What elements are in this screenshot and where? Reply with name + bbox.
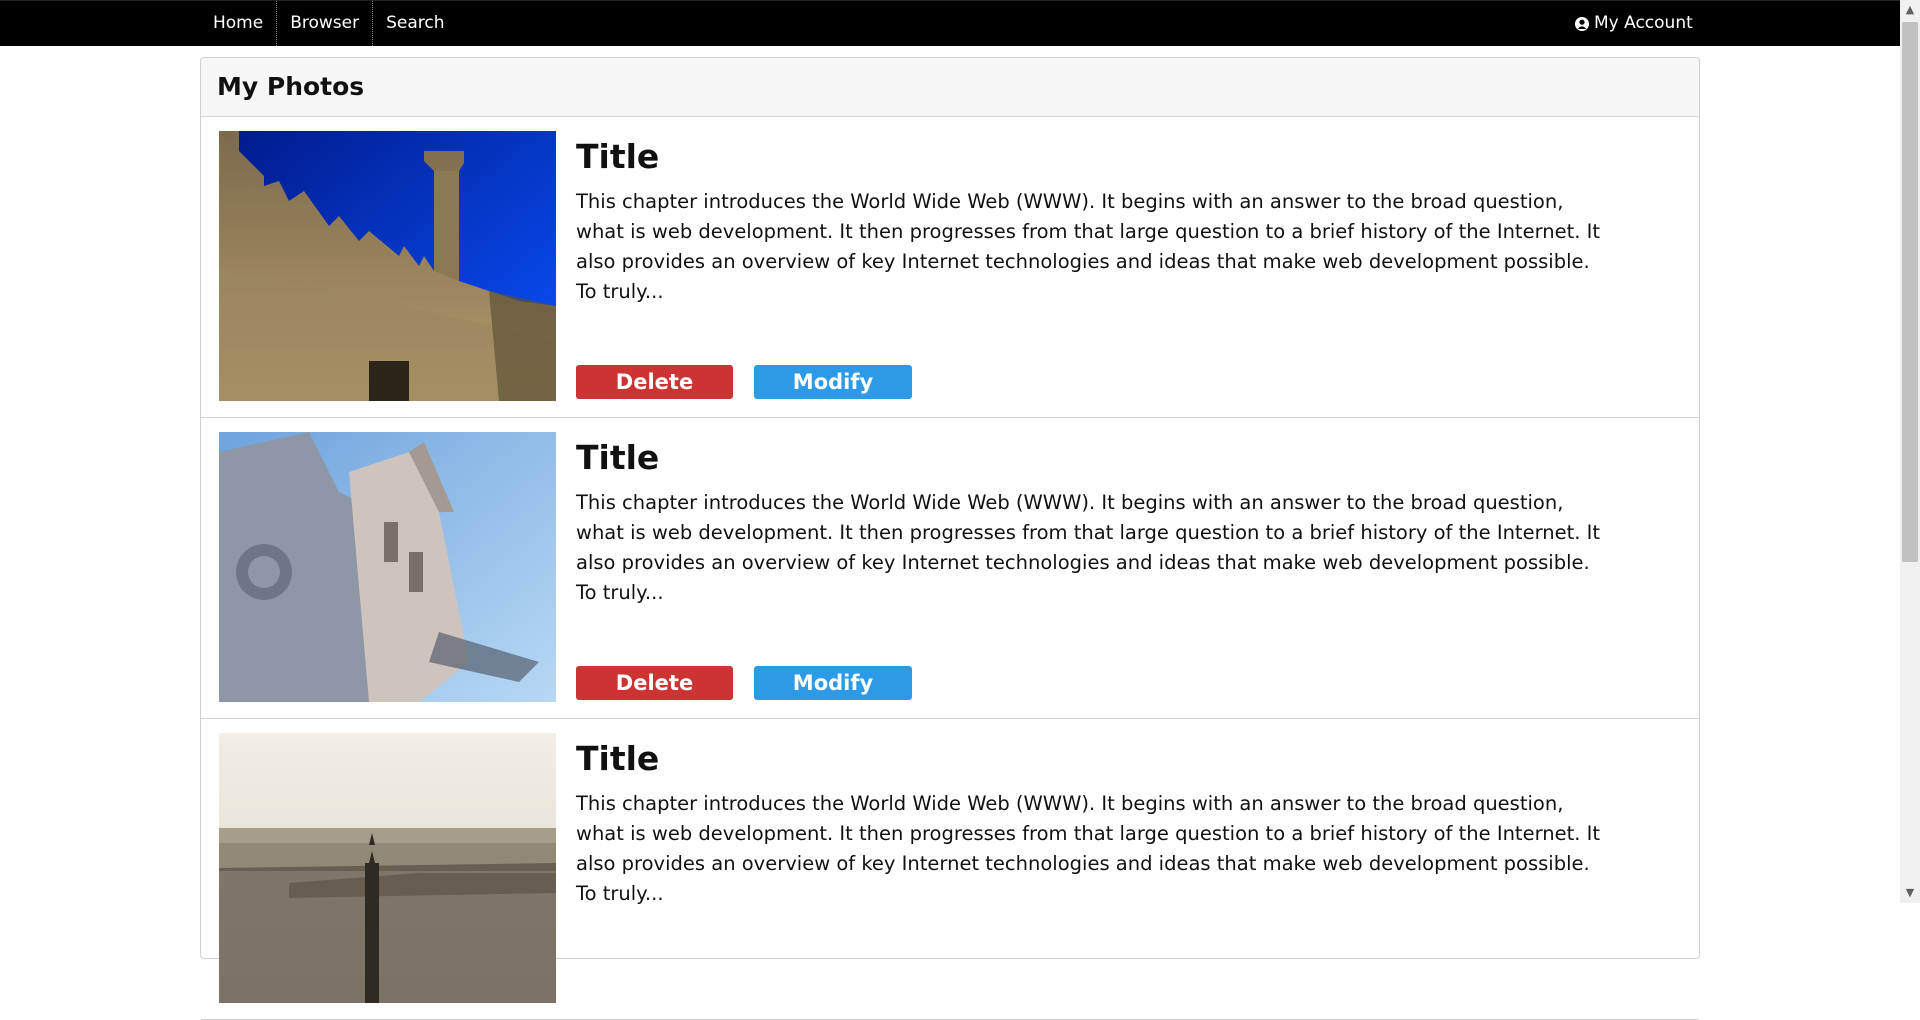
scrollbar-thumb[interactable] [1902, 22, 1918, 562]
vertical-scrollbar[interactable]: ▲ ▼ [1900, 0, 1920, 903]
photo-thumbnail[interactable] [219, 131, 556, 401]
photo-thumbnail[interactable] [219, 733, 556, 1003]
photo-row: Title This chapter introduces the World … [201, 418, 1699, 719]
nav-item-search[interactable]: Search [373, 1, 457, 46]
photo-thumbnail[interactable] [219, 432, 556, 702]
my-photos-panel: My Photos Title This chapter introduces … [200, 57, 1700, 1020]
nav-menu: Home Browser Search [200, 1, 458, 46]
photo-row: Title This chapter introduces the World … [201, 117, 1699, 418]
panel-title: My Photos [217, 72, 365, 101]
delete-button[interactable]: Delete [576, 666, 733, 700]
my-account-label: My Account [1594, 13, 1693, 33]
top-navbar: Home Browser Search My Account [0, 0, 1900, 46]
delete-button[interactable]: Delete [576, 365, 733, 399]
scroll-down-arrow-icon[interactable]: ▼ [1900, 883, 1920, 903]
nav-item-home[interactable]: Home [200, 1, 278, 46]
scroll-up-arrow-icon[interactable]: ▲ [1900, 0, 1920, 20]
photo-title: Title [576, 438, 660, 477]
panel-header: My Photos [201, 58, 1699, 117]
photo-row: Title This chapter introduces the World … [201, 719, 1699, 1020]
my-account-link[interactable]: My Account [1575, 1, 1693, 46]
photo-title: Title [576, 739, 660, 778]
photo-description: This chapter introduces the World Wide W… [576, 190, 1601, 303]
modify-button[interactable]: Modify [754, 666, 912, 700]
photo-description: This chapter introduces the World Wide W… [576, 792, 1601, 905]
nav-item-browser[interactable]: Browser [277, 1, 374, 46]
modify-button[interactable]: Modify [754, 365, 912, 399]
photo-title: Title [576, 137, 660, 176]
photo-description: This chapter introduces the World Wide W… [576, 491, 1601, 604]
user-icon [1575, 16, 1589, 31]
